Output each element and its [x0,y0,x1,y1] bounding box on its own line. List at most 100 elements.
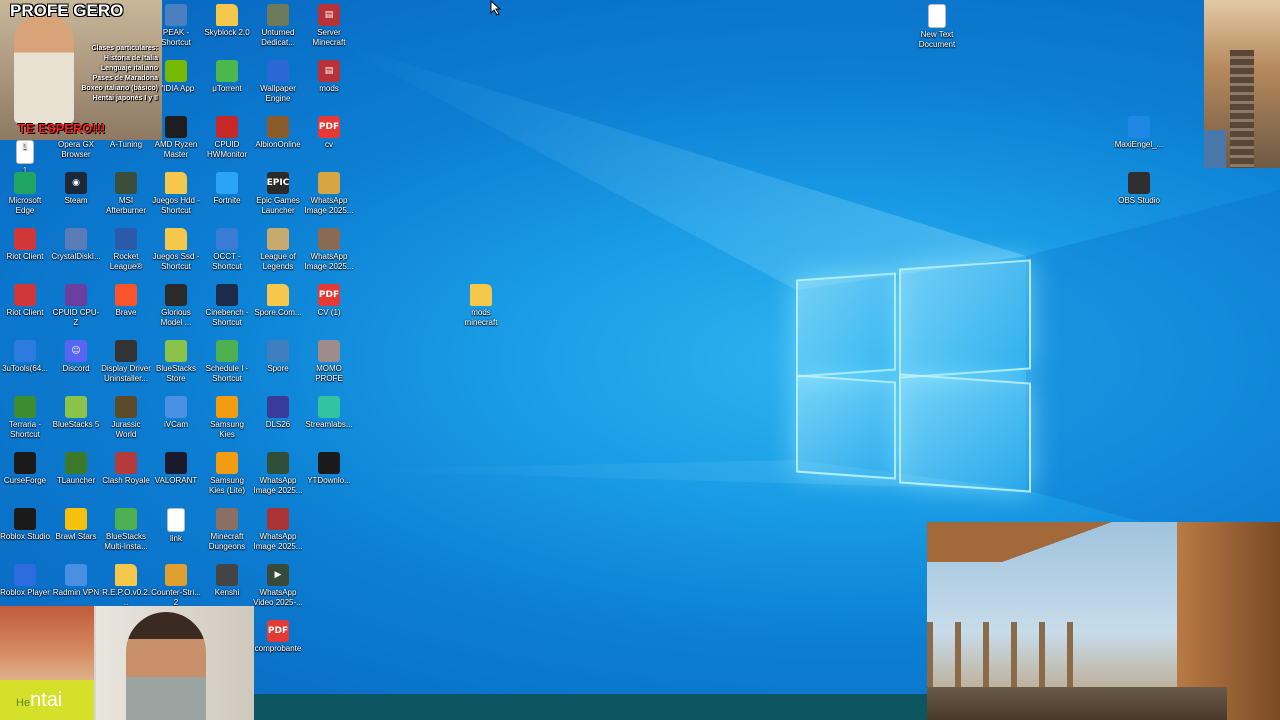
desktop-icon[interactable]: Counter-Stri... 2 [151,564,201,608]
desktop-icon[interactable]: MSI Afterburner [101,172,151,216]
obs-icon [1128,172,1150,194]
desktop-icon[interactable]: Radmin VPN [51,564,101,598]
desktop-icon[interactable]: Riot Client [0,228,50,262]
profe-footer: TE ESPERO!!! [18,121,106,136]
desktop-icon-label: Steam [64,196,88,205]
game-icon [267,4,289,26]
desktop-icon[interactable]: CrystalDiskI... [51,228,101,262]
desktop-icon[interactable]: ▶ WhatsApp Video 2025-... [253,564,303,608]
desktop-icon[interactable]: link [151,508,201,544]
desktop-icon-label: Samsung Kies (Lite) [208,476,245,495]
desktop-icon[interactable]: Kenshi [202,564,252,598]
desktop-icon[interactable]: Terraria - Shortcut [0,396,50,440]
desktop-icon[interactable]: EPIC Epic Games Launcher [253,172,303,216]
desktop-icon[interactable]: Brawl Stars [51,508,101,542]
desktop-icon[interactable]: Streamlabs... [304,396,354,430]
desktop-icon-label: YTDownlo... [307,476,351,485]
desktop-icon[interactable]: New Text Document [912,4,962,50]
desktop-icon[interactable]: CurseForge [0,452,50,486]
desktop-icon-label: Radmin VPN [52,588,100,597]
desktop-icon[interactable]: PDF CV (1) [304,284,354,318]
profe-line: Pases de Maradona [92,75,158,82]
3utools-icon [14,340,36,362]
desktop-icon[interactable]: PDF comprobante [253,620,303,654]
ddu-icon [115,340,137,362]
desktop-icon[interactable]: WhatsApp Image 2025... [304,228,354,272]
desktop-icon[interactable]: Glorious Model ... [151,284,201,328]
desktop-icon-label: CV (1) [317,308,341,317]
desktop-icon[interactable]: BlueStacks 5 [51,396,101,430]
desktop-icon[interactable]: BlueStacks Multi-Insta... [101,508,151,552]
desktop-icon[interactable]: PDF cv [304,116,354,150]
desktop-icon[interactable]: 3uTools(64... [0,340,50,374]
desktop-icon[interactable]: MaxiEngel_... [1114,116,1164,150]
desktop-icon[interactable]: Display Driver Uninstaller... [101,340,151,384]
desktop-icon[interactable]: mods minecraft [456,284,506,328]
kies-icon [216,452,238,474]
desktop-icon[interactable]: Wallpaper Engine [253,60,303,104]
desktop-icon[interactable]: R.E.P.O.v0.2... [101,564,151,608]
desktop-icon[interactable]: MOMO PROFE [304,340,354,384]
disk-icon [65,228,87,250]
desktop-icon-label: CPUID HWMonitor [206,140,247,159]
desktop-icon-label: OCCT - Shortcut [212,252,242,271]
desktop-icon[interactable]: Brave [101,284,151,318]
desktop-icon-label: CurseForge [3,476,47,485]
desktop-icon[interactable]: Spore.Com... [253,284,303,318]
desktop-icon[interactable]: WhatsApp Image 2025... [253,508,303,552]
desktop-icon[interactable]: Schedule I - Shortcut [202,340,252,384]
rar-icon: ▤ [318,60,340,82]
desktop-icon[interactable]: Skyblock 2.0 [202,4,252,38]
desktop-icon[interactable]: CPUID HWMonitor [202,116,252,160]
desktop-icon[interactable]: ▤ Server Minecraft [304,4,354,48]
desktop-icon[interactable]: Spore [253,340,303,374]
desktop-icon-label: Opera GX Browser [57,140,94,159]
desktop-icon[interactable]: Rocket League® [101,228,151,272]
image-icon [267,508,289,530]
desktop-icon[interactable]: ◉ Steam [51,172,101,206]
desktop-icon[interactable]: iVCam [151,396,201,430]
desktop-icon[interactable]: Unturned Dedicat... [253,4,303,48]
desktop-icon[interactable]: OBS Studio [1114,172,1164,206]
desktop-icon[interactable]: Cinebench - Shortcut [202,284,252,328]
desktop-icon[interactable]: CPUID CPU-Z [51,284,101,328]
desktop-icon[interactable]: Clash Royale [101,452,151,486]
utorrent-icon [216,60,238,82]
desktop-icon[interactable]: Minecraft Dungeons [202,508,252,552]
desktop-icon[interactable]: BlueStacks Store [151,340,201,384]
schedule-icon [216,340,238,362]
desktop-icon[interactable]: YTDownlo... [304,452,354,486]
desktop-icon[interactable]: μTorrent [202,60,252,94]
pdf-icon: PDF [318,284,340,306]
desktop-icon[interactable]: VALORANT [151,452,201,486]
desktop-icon[interactable]: Roblox Studio [0,508,50,542]
desktop-icon[interactable]: Fortnite [202,172,252,206]
desktop-icon[interactable]: Juegos Hdd - Shortcut [151,172,201,216]
desktop-icon[interactable]: Samsung Kies [202,396,252,440]
pdf-icon: PDF [318,116,340,138]
desktop-icon[interactable]: Riot Client [0,284,50,318]
desktop-icon[interactable]: League of Legends [253,228,303,272]
desktop-icon[interactable]: WhatsApp Image 2025... [304,172,354,216]
profe-text-lines: Clases particulares: Historia de Italia Le… [81,44,158,104]
desktop-icon[interactable]: AlbionOnline [253,116,303,150]
desktop-icon[interactable]: Jurassic World [101,396,151,440]
desktop-icon[interactable]: ☺ Discord [51,340,101,374]
curseforge-icon [14,452,36,474]
desktop-icon[interactable]: Microsoft Edge [0,172,50,216]
desktop-icon[interactable]: ▤ mods [304,60,354,94]
desktop-icon[interactable]: DLS26 [253,396,303,430]
radmin-icon [65,564,87,586]
image-icon [318,172,340,194]
desktop-icon[interactable]: Roblox Player [0,564,50,598]
desktop-icon[interactable]: Juegos Ssd - Shortcut [151,228,201,272]
desktop-icon-label: Microsoft Edge [8,196,42,215]
desktop-icon[interactable]: TLauncher [51,452,101,486]
desktop-icon[interactable]: Samsung Kies (Lite) [202,452,252,496]
folder-icon [115,564,137,586]
desktop-icon[interactable]: OCCT - Shortcut [202,228,252,272]
folder-icon [165,172,187,194]
desktop-icon-label: Epic Games Launcher [256,196,300,215]
desktop-icon[interactable]: WhatsApp Image 2025... [253,452,303,496]
desktop-icon-label: AlbionOnline [255,140,301,149]
